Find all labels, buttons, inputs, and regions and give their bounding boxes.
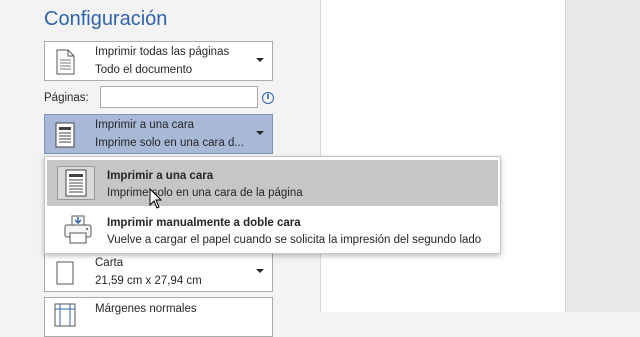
chevron-down-icon[interactable]: [256, 269, 264, 273]
info-icon[interactable]: i: [262, 92, 274, 104]
chevron-down-icon[interactable]: [256, 58, 264, 62]
chevron-down-icon[interactable]: [256, 131, 264, 135]
paper-size-dropdown[interactable]: Carta 21,59 cm x 27,94 cm: [44, 252, 273, 292]
menu-item-desc: Imprime solo en una cara de la página: [107, 187, 303, 199]
pages-label: Páginas:: [44, 92, 89, 104]
section-title: Configuración: [44, 8, 168, 30]
paper-size-icon: [53, 259, 77, 287]
paper-size-sublabel: 21,59 cm x 27,94 cm: [95, 275, 202, 287]
print-sides-menu: Imprimir a una cara Imprime solo en una …: [44, 156, 501, 254]
print-range-label: Imprimir todas las páginas: [95, 46, 230, 58]
menu-item-desc: Vuelve a cargar el papel cuando se solic…: [107, 234, 482, 246]
pages-input[interactable]: [100, 86, 258, 108]
margins-label: Márgenes normales: [95, 303, 197, 315]
print-sides-label: Imprimir a una cara: [95, 119, 195, 131]
menu-item-title: Imprimir a una cara: [107, 170, 214, 182]
printer-manual-duplex-icon: [61, 213, 95, 247]
menu-item-title: Imprimir manualmente a doble cara: [107, 217, 301, 229]
print-range-sublabel: Todo el documento: [95, 64, 193, 76]
single-sided-print-icon: [53, 121, 77, 149]
print-sides-dropdown[interactable]: Imprimir a una cara Imprime solo en una …: [44, 114, 273, 154]
paper-size-label: Carta: [95, 257, 124, 269]
single-sided-print-icon: [57, 166, 95, 200]
menu-item-manual-duplex[interactable]: Imprimir manualmente a doble cara Vuelve…: [47, 207, 498, 253]
mouse-cursor-icon: [149, 187, 163, 210]
margins-icon: [53, 302, 77, 330]
menu-item-single-sided[interactable]: Imprimir a una cara Imprime solo en una …: [47, 160, 498, 206]
margins-dropdown[interactable]: Márgenes normales: [44, 297, 273, 337]
print-sides-sublabel: Imprime solo en una cara d...: [95, 137, 244, 149]
document-pages-icon: [53, 48, 77, 76]
print-range-dropdown[interactable]: Imprimir todas las páginas Todo el docum…: [44, 41, 273, 81]
